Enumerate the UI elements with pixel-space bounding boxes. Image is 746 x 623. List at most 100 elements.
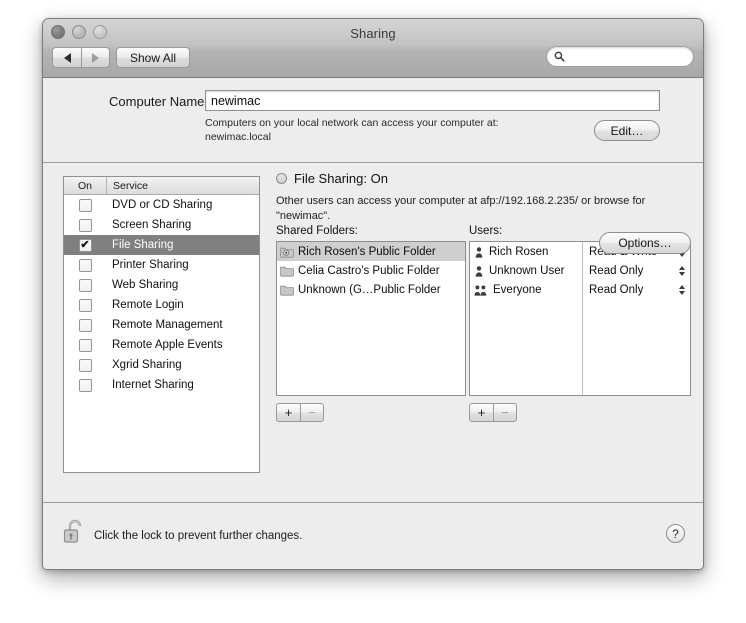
- help-button[interactable]: ?: [666, 524, 685, 543]
- service-row-xgrid-sharing[interactable]: Xgrid Sharing: [64, 355, 259, 375]
- users-section: Users: Rich Rosen Unknown User Everyone Re…: [469, 225, 691, 422]
- service-name-label: Screen Sharing: [112, 219, 192, 231]
- service-row-web-sharing[interactable]: Web Sharing: [64, 275, 259, 295]
- user-icon: [473, 246, 485, 258]
- hint-line-2: newimac.local: [205, 131, 271, 143]
- service-checkbox-cell: [64, 258, 106, 272]
- user-permission-popup[interactable]: Read Only: [583, 261, 690, 280]
- navigation-button-group: [52, 47, 110, 68]
- service-checkbox[interactable]: [78, 258, 92, 272]
- remove-user-button[interactable]: −: [493, 403, 517, 422]
- hint-line-1: Computers on your local network can acce…: [205, 117, 499, 129]
- user-permission-popup[interactable]: Read Only: [583, 280, 690, 299]
- service-checkbox-cell: [64, 298, 106, 312]
- shared-folder-name: Celia Castro's Public Folder: [298, 264, 440, 277]
- file-sharing-status-row: File Sharing: On: [276, 171, 686, 186]
- service-row-remote-login[interactable]: Remote Login: [64, 295, 259, 315]
- user-permission-value: Read Only: [589, 283, 644, 296]
- service-row-remote-apple-events[interactable]: Remote Apple Events: [64, 335, 259, 355]
- user-name-label: Rich Rosen: [489, 245, 549, 258]
- checkmark-icon: ✔: [80, 238, 90, 251]
- group-icon: [473, 284, 489, 296]
- service-name-label: Xgrid Sharing: [112, 359, 182, 371]
- show-all-button[interactable]: Show All: [116, 47, 191, 68]
- service-row-screen-sharing[interactable]: Screen Sharing: [64, 215, 259, 235]
- shared-folder-item[interactable]: Celia Castro's Public Folder: [277, 261, 465, 280]
- users-permission-column: Read & WriteRead OnlyRead Only: [583, 242, 690, 395]
- service-checkbox[interactable]: [78, 198, 92, 212]
- users-name-column: Rich Rosen Unknown User Everyone: [470, 242, 583, 395]
- shared-folders-scroll-indicator[interactable]: [465, 347, 466, 352]
- shared-folder-item[interactable]: Rich Rosen's Public Folder: [277, 242, 465, 261]
- service-row-dvd-or-cd-sharing[interactable]: DVD or CD Sharing: [64, 195, 259, 215]
- column-header-service: Service: [113, 179, 149, 192]
- service-checkbox[interactable]: [78, 278, 92, 292]
- permission-stepper-icon[interactable]: [679, 265, 685, 276]
- add-shared-folder-button[interactable]: +: [276, 403, 300, 422]
- search-field[interactable]: [546, 46, 694, 67]
- user-name-label: Everyone: [493, 283, 542, 296]
- remove-shared-folder-button[interactable]: −: [300, 403, 324, 422]
- folder-icon: [280, 265, 294, 277]
- service-checkbox-cell: [64, 338, 106, 352]
- shared-folders-add-remove-group: + −: [276, 403, 466, 422]
- chevron-up-icon: [679, 265, 685, 270]
- computer-name-input[interactable]: [206, 91, 659, 110]
- shared-folders-list[interactable]: Rich Rosen's Public Folder Celia Castro's…: [276, 241, 466, 396]
- shared-folder-name: Rich Rosen's Public Folder: [298, 245, 436, 258]
- service-checkbox[interactable]: [78, 318, 92, 332]
- service-checkbox-cell: [64, 318, 106, 332]
- service-name-label: Remote Management: [112, 319, 223, 331]
- service-row-printer-sharing[interactable]: Printer Sharing: [64, 255, 259, 275]
- computer-name-section: Computer Name: Computers on your local n…: [43, 78, 703, 163]
- users-add-remove-group: + −: [469, 403, 691, 422]
- service-name-label: DVD or CD Sharing: [112, 199, 213, 211]
- sharing-main-body: On Service DVD or CD Sharing Screen Shari…: [43, 163, 703, 502]
- service-name-label: Internet Sharing: [112, 379, 194, 391]
- user-row[interactable]: Everyone: [470, 280, 582, 299]
- file-sharing-description: Other users can access your computer at …: [276, 195, 646, 222]
- users-list[interactable]: Rich RosenUnknown UserEveryone Read & Wr…: [469, 241, 691, 396]
- permission-stepper-icon[interactable]: [679, 284, 685, 295]
- service-name-label: Printer Sharing: [112, 259, 189, 271]
- search-input[interactable]: [569, 49, 683, 64]
- service-checkbox[interactable]: [78, 378, 92, 392]
- user-icon: [473, 265, 485, 277]
- shared-folders-section: Shared Folders: Rich Rosen's Public Fold…: [276, 225, 466, 422]
- triangle-right-icon: [92, 52, 99, 63]
- user-name-label: Unknown User: [489, 264, 565, 277]
- window-footer: Click the lock to prevent further change…: [43, 502, 703, 569]
- service-row-remote-management[interactable]: Remote Management: [64, 315, 259, 335]
- services-header-row: On Service: [64, 177, 259, 195]
- shared-folder-item[interactable]: Unknown (G…Public Folder: [277, 280, 465, 299]
- edit-button[interactable]: Edit…: [594, 120, 660, 141]
- back-button[interactable]: [52, 47, 81, 68]
- user-row[interactable]: Unknown User: [470, 261, 582, 280]
- service-checkbox[interactable]: [78, 338, 92, 352]
- computer-name-hint: Computers on your local network can acce…: [205, 116, 605, 144]
- lock-instruction-text: Click the lock to prevent further change…: [94, 530, 303, 542]
- service-row-file-sharing[interactable]: ✔ File Sharing: [64, 235, 259, 255]
- user-row[interactable]: Rich Rosen: [470, 242, 582, 261]
- users-list-inner: Rich RosenUnknown UserEveryone Read & Wr…: [470, 242, 690, 395]
- shared-folders-label: Shared Folders:: [276, 225, 358, 237]
- service-checkbox[interactable]: [78, 358, 92, 372]
- screenshot-root: Sharing Show All Computer Name: newimac …: [0, 0, 746, 623]
- service-checkbox[interactable]: [78, 218, 92, 232]
- service-checkbox[interactable]: ✔: [78, 238, 92, 252]
- computer-name-field[interactable]: [205, 90, 660, 111]
- forward-button[interactable]: [81, 47, 110, 68]
- services-list[interactable]: On Service DVD or CD Sharing Screen Shari…: [63, 176, 260, 473]
- service-checkbox[interactable]: [78, 298, 92, 312]
- service-name-label: Remote Login: [112, 299, 184, 311]
- shared-folders-row-container: Rich Rosen's Public Folder Celia Castro's…: [277, 242, 465, 299]
- service-name-label: Web Sharing: [112, 279, 179, 291]
- user-permission-value: Read Only: [589, 264, 644, 277]
- options-button[interactable]: Options…: [599, 232, 691, 254]
- add-user-button[interactable]: +: [469, 403, 493, 422]
- drop-box-folder-icon: [280, 246, 294, 258]
- service-row-internet-sharing[interactable]: Internet Sharing: [64, 375, 259, 395]
- folder-icon: [280, 284, 294, 296]
- chevron-down-icon: [679, 290, 685, 295]
- unlocked-padlock-icon[interactable]: [63, 518, 87, 553]
